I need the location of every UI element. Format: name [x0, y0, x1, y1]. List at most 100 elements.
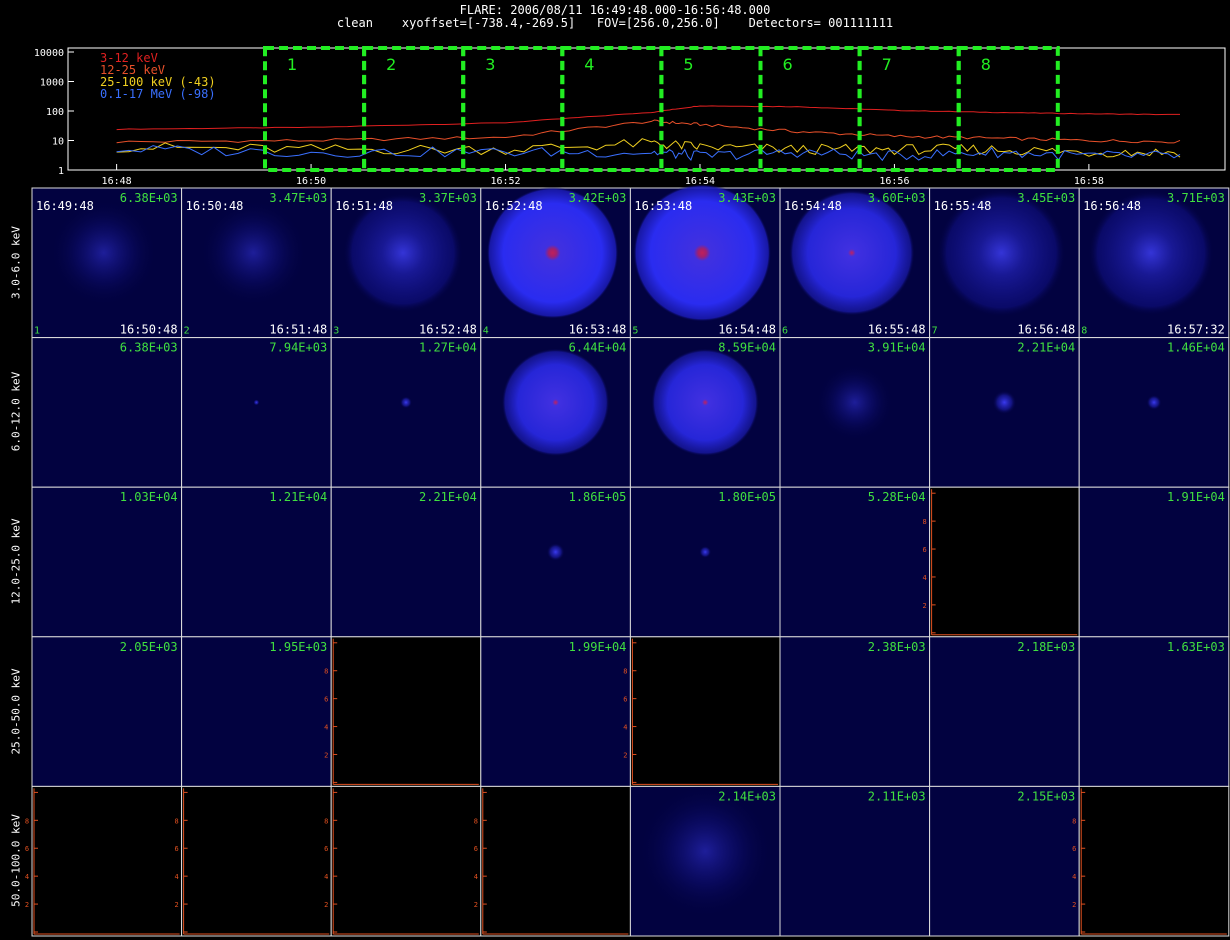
series-line [116, 119, 1181, 144]
empty-axis-tick-label: 8 [474, 817, 478, 825]
empty-axis-tick-label: 8 [324, 668, 328, 676]
lightcurve-chart: 10000 1000 100 10 1 16:48 16:50 16:52 16:54 16:56… [34, 46, 1226, 187]
panel-max-value: 2.38E+03 [868, 640, 926, 654]
panel-end-time: 16:57:32 [1167, 323, 1225, 337]
row-energy-label: 6.0-12.0 keV [9, 372, 23, 452]
interval-box [263, 46, 367, 172]
empty-panel [929, 486, 1080, 638]
image-panel [31, 187, 183, 339]
panel-max-value: 1.03E+04 [120, 490, 178, 504]
source-emission [637, 783, 773, 919]
panel-index: 3 [333, 326, 339, 337]
empty-panel [330, 636, 482, 787]
panel-max-value: 1.80E+05 [718, 490, 776, 504]
interval-label: 2 [386, 55, 396, 74]
image-panel [1078, 187, 1230, 339]
row-energy-label: 3.0-6.0 keV [9, 225, 23, 299]
y-tick-label: 100 [46, 107, 64, 118]
source-emission [633, 183, 772, 322]
image-panel [330, 187, 482, 339]
panel-index: 4 [483, 326, 489, 337]
empty-axis-tick-label: 6 [174, 845, 178, 853]
legend-entry: 0.1-17 MeV (-98) [100, 87, 216, 101]
empty-axis-tick-label: 4 [174, 873, 178, 881]
empty-axis-tick-label: 8 [324, 817, 328, 825]
image-panel [779, 785, 931, 937]
interval-label: 5 [683, 55, 693, 74]
empty-axis-tick-label: 6 [474, 845, 478, 853]
y-tick-label: 10000 [34, 48, 64, 59]
image-panel [779, 337, 931, 488]
empty-axis-tick-label: 2 [324, 751, 328, 759]
x-tick-label: 16:50 [296, 176, 326, 187]
source-emission [400, 396, 412, 409]
source-emission [49, 198, 158, 307]
empty-axis-tick-label: 8 [1072, 817, 1076, 825]
empty-axis-tick-label: 2 [922, 602, 926, 610]
panel-end-time: 16:53:48 [569, 323, 627, 337]
image-panel [779, 187, 931, 339]
image-panel [629, 337, 781, 488]
panel-max-value: 5.28E+04 [868, 490, 926, 504]
x-tick-label: 16:56 [879, 176, 909, 187]
image-panel [929, 785, 1080, 937]
plot-title: FLARE: 2006/08/11 16:49:48.000-16:56:48.… [459, 3, 771, 17]
empty-axis-tick-label: 8 [922, 518, 926, 526]
panel-max-value: 1.99E+04 [569, 640, 627, 654]
panel-max-value: 2.21E+04 [419, 490, 477, 504]
image-panel [629, 486, 781, 638]
image-panel [181, 337, 332, 488]
empty-axis-tick-label: 2 [174, 901, 178, 909]
image-panel [929, 337, 1080, 488]
panel-max-value: 2.14E+03 [718, 789, 776, 803]
empty-axis-tick-label: 2 [25, 901, 29, 909]
panel-max-value: 2.11E+03 [868, 789, 926, 803]
row-energy-label: 25.0-50.0 keV [9, 668, 23, 755]
empty-axis-tick-label: 2 [623, 751, 627, 759]
source-emission [486, 186, 619, 319]
panel-max-value: 2.15E+03 [1017, 789, 1075, 803]
interval-box [461, 46, 565, 172]
row-energy-label: 50.0-100.0 keV [9, 814, 23, 908]
panel-index: 5 [632, 326, 638, 337]
image-panel [480, 337, 631, 488]
source-emission [788, 189, 915, 316]
panel-index: 1 [34, 326, 40, 337]
panel-max-value: 6.38E+03 [120, 191, 178, 205]
empty-axis-tick-label: 8 [174, 817, 178, 825]
panel-start-time: 16:50:48 [186, 199, 244, 213]
empty-axis-tick-label: 6 [324, 845, 328, 853]
interval-box [956, 46, 1060, 172]
panel-end-time: 16:56:48 [1017, 323, 1075, 337]
panel-end-time: 16:55:48 [868, 323, 926, 337]
empty-panel [181, 785, 332, 937]
image-panel [31, 337, 183, 488]
image-panel [629, 187, 781, 339]
panel-index: 7 [932, 326, 938, 337]
image-panel [480, 486, 631, 638]
empty-axis-tick-label: 6 [623, 696, 627, 704]
empty-panel [629, 636, 781, 787]
source-emission [1088, 189, 1214, 316]
panel-max-value: 7.94E+03 [269, 341, 327, 355]
image-panel [929, 636, 1080, 787]
x-tick-label: 16:58 [1074, 176, 1104, 187]
empty-panel [1078, 785, 1230, 937]
series-line [116, 145, 1181, 162]
panel-index: 6 [782, 326, 788, 337]
panel-start-time: 16:56:48 [1083, 199, 1141, 213]
empty-axis-tick-label: 4 [922, 574, 926, 582]
image-panel [1078, 486, 1230, 638]
panel-max-value: 1.86E+05 [569, 490, 627, 504]
image-panel [181, 187, 332, 339]
panel-start-time: 16:52:48 [485, 199, 543, 213]
panel-max-value: 1.21E+04 [269, 490, 327, 504]
panel-max-value: 1.46E+04 [1167, 341, 1225, 355]
image-panel [181, 486, 332, 638]
x-tick-label: 16:48 [102, 176, 132, 187]
y-tick-label: 1000 [40, 78, 64, 89]
panel-start-time: 16:55:48 [934, 199, 992, 213]
image-panel [330, 486, 482, 638]
empty-axis-tick-label: 6 [324, 696, 328, 704]
empty-axis-tick-label: 6 [25, 845, 29, 853]
